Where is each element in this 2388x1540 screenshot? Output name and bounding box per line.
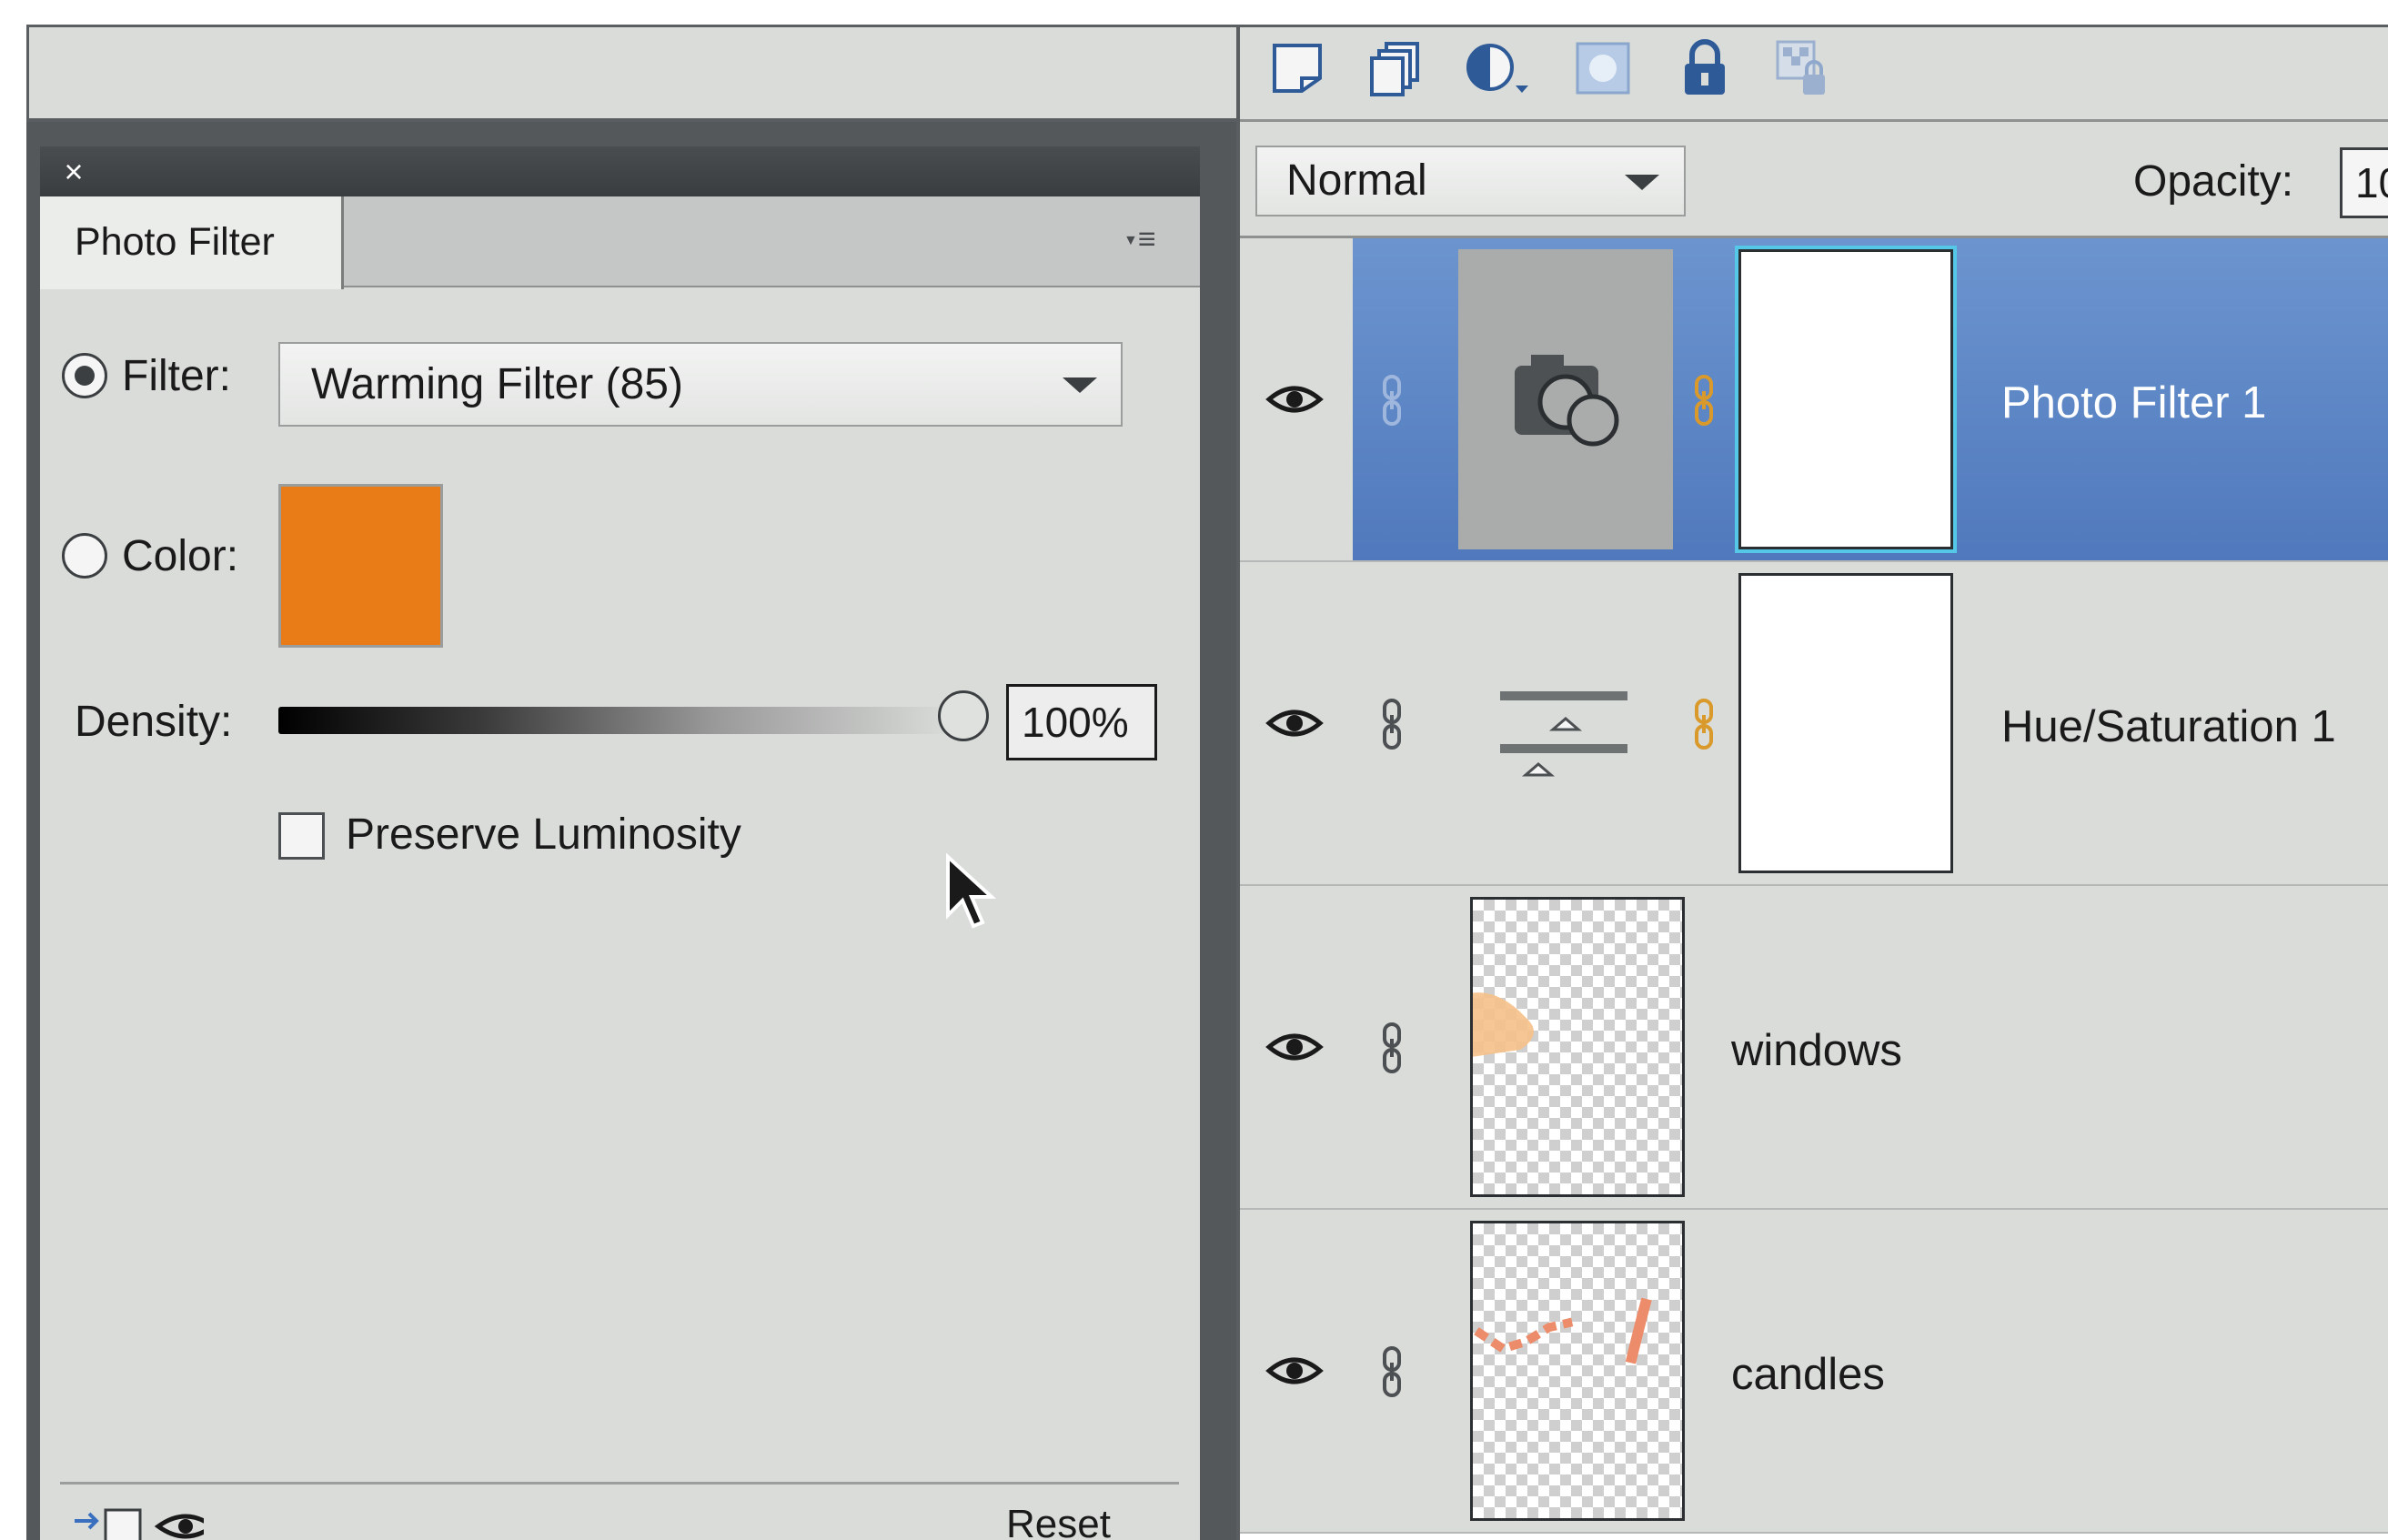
clip-link-icon[interactable]: [1376, 697, 1407, 751]
visibility-eye-icon[interactable]: [1265, 1353, 1324, 1389]
visibility-eye-icon[interactable]: [1265, 381, 1324, 418]
visibility-eye-icon[interactable]: [1265, 1029, 1324, 1065]
density-value-field[interactable]: 100%: [1006, 684, 1157, 760]
chevron-down-icon: [1625, 175, 1659, 190]
photo-filter-titlebar: [40, 146, 1200, 196]
color-radio[interactable]: [62, 533, 107, 579]
density-slider-track[interactable]: [278, 707, 952, 734]
layer-row[interactable]: windows: [1240, 886, 2388, 1210]
layer-row[interactable]: Photo Filter 1: [1240, 238, 2388, 562]
panel-menu-icon[interactable]: ▼≡: [1123, 221, 1185, 257]
new-layer-icon[interactable]: [1269, 38, 1327, 98]
layer-row[interactable]: Hue/Saturation 1: [1240, 562, 2388, 886]
layer-name[interactable]: Photo Filter 1: [2001, 377, 2266, 428]
add-mask-icon[interactable]: [1574, 38, 1632, 98]
layer-mask-thumbnail[interactable]: [1738, 573, 1953, 873]
layer-name[interactable]: candles: [1731, 1349, 1885, 1400]
layer-mask-thumbnail[interactable]: [1735, 246, 1957, 553]
layer-name[interactable]: windows: [1731, 1025, 1902, 1076]
mask-link-icon[interactable]: [1688, 697, 1719, 751]
filter-label: Filter:: [122, 352, 231, 400]
layer-thumbnail[interactable]: [1470, 897, 1685, 1197]
layer-thumbnail[interactable]: [1470, 1221, 1685, 1521]
left-panel-header-bar: [26, 25, 1236, 122]
opacity-label: Opacity:: [2133, 157, 2294, 206]
clip-to-layer-icon[interactable]: [75, 1508, 142, 1540]
filter-dropdown-value: Warming Filter (85): [311, 360, 683, 408]
color-label: Color:: [122, 532, 239, 580]
density-slider-handle[interactable]: [938, 690, 989, 741]
clip-link-icon[interactable]: [1376, 373, 1407, 428]
filter-dropdown[interactable]: Warming Filter (85): [278, 342, 1123, 427]
clip-link-icon[interactable]: [1376, 1344, 1407, 1399]
chevron-down-icon: [1063, 377, 1097, 393]
hue-saturation-adjustment-icon[interactable]: [1458, 573, 1673, 873]
visibility-eye-icon[interactable]: [1265, 705, 1324, 741]
tab-photo-filter[interactable]: Photo Filter: [40, 196, 344, 289]
photo-filter-adjustment-icon[interactable]: [1458, 249, 1673, 549]
close-icon[interactable]: ×: [56, 155, 91, 189]
panel-footer-divider: [60, 1482, 1179, 1485]
preserve-luminosity-label: Preserve Luminosity: [346, 810, 741, 859]
density-label: Density:: [75, 698, 233, 746]
lock-all-icon[interactable]: [1676, 38, 1734, 98]
filter-radio[interactable]: [62, 353, 107, 398]
opacity-field[interactable]: 10: [2340, 147, 2388, 218]
blend-mode-dropdown[interactable]: Normal: [1255, 146, 1686, 216]
panel-footer-icons: [67, 1503, 204, 1540]
preserve-luminosity-checkbox[interactable]: [278, 812, 325, 860]
reset-button[interactable]: Reset: [1006, 1501, 1111, 1540]
mask-link-icon[interactable]: [1688, 373, 1719, 428]
duplicate-layer-icon[interactable]: [1366, 38, 1425, 98]
layer-name[interactable]: Hue/Saturation 1: [2001, 701, 2336, 752]
color-swatch[interactable]: [278, 484, 443, 648]
blend-mode-value: Normal: [1286, 156, 1427, 205]
clip-link-icon[interactable]: [1376, 1021, 1407, 1075]
visibility-eye-icon[interactable]: [154, 1514, 204, 1539]
lock-transparency-icon[interactable]: [1774, 38, 1832, 98]
adjustment-layer-icon[interactable]: [1463, 38, 1532, 98]
layer-row[interactable]: candles: [1240, 1210, 2388, 1534]
